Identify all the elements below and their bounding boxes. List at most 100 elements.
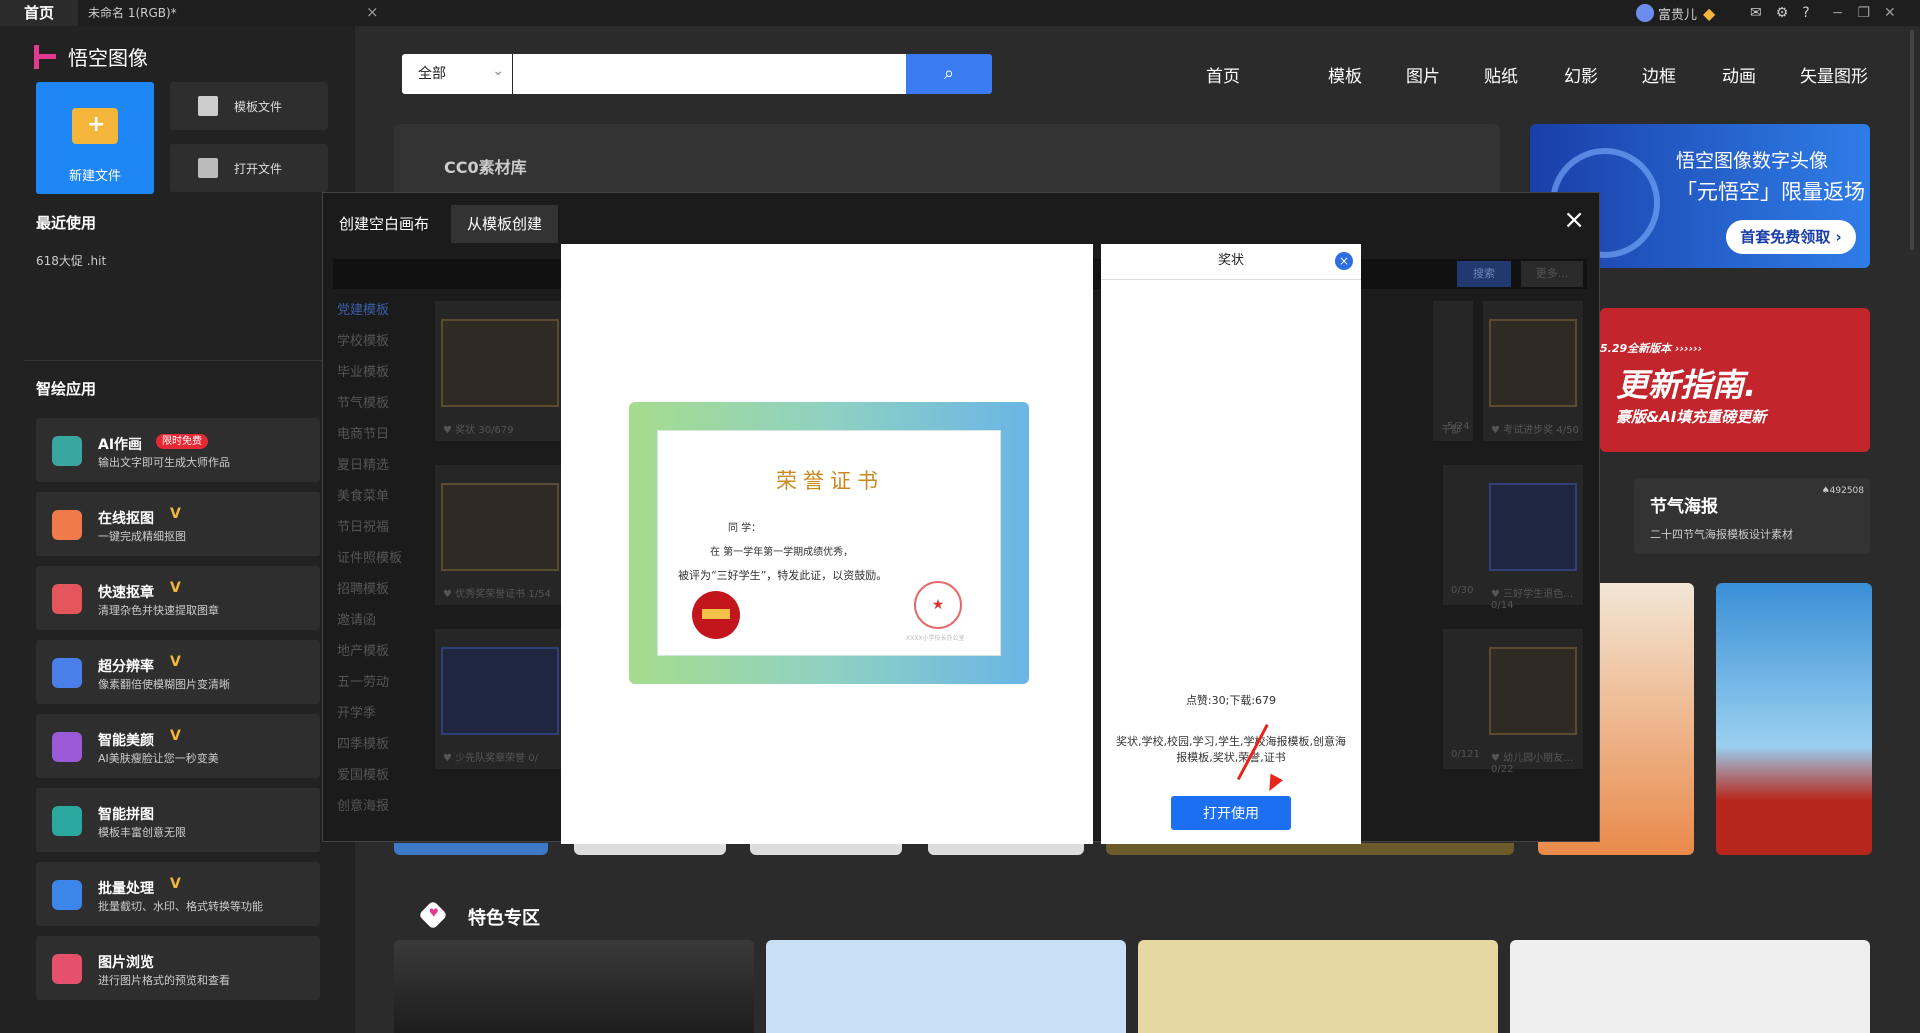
search-button[interactable]: ⌕ bbox=[906, 54, 992, 94]
close-window-icon[interactable]: ✕ bbox=[1884, 5, 1896, 21]
template-card[interactable]: ♥ 幼儿园小朋友… 0/22 bbox=[1483, 629, 1583, 775]
upload-file-icon bbox=[198, 96, 218, 116]
app-title: AI作画 bbox=[98, 437, 143, 453]
tab-blank-canvas[interactable]: 创建空白画布 bbox=[323, 205, 445, 243]
dialog-close-icon[interactable]: × bbox=[1563, 207, 1585, 233]
minimize-icon[interactable]: − bbox=[1832, 5, 1844, 21]
template-thumbnail bbox=[1489, 647, 1577, 735]
jieqi-poster-card[interactable]: 节气海报 ♠492508 二十四节气海报模板设计素材 bbox=[1634, 478, 1870, 554]
help-icon[interactable]: ? bbox=[1802, 5, 1809, 21]
template-card-label: ♥ 三好学生退色… 0/14 bbox=[1491, 589, 1574, 611]
info-stats: 点赞:30;下载:679 bbox=[1185, 694, 1277, 707]
template-card[interactable]: ♥ 三好学生退色… 0/14 bbox=[1483, 465, 1583, 611]
avatar[interactable] bbox=[1636, 4, 1654, 22]
category-item[interactable]: 美食菜单 bbox=[337, 485, 389, 504]
nav-phantom[interactable]: 幻影 bbox=[1564, 62, 1598, 87]
app-subtitle: 进行图片格式的预览和查看 bbox=[98, 974, 230, 987]
user-profile[interactable]: 富贵儿 ◆ bbox=[1636, 2, 1715, 24]
promo-version-tag: 5.29全新版本 ›››››› bbox=[1600, 342, 1703, 355]
template-thumbnail bbox=[441, 483, 559, 571]
template-more-button[interactable]: 更多... bbox=[1521, 261, 1583, 287]
tab-from-template[interactable]: 从模板创建 bbox=[451, 205, 559, 243]
scrollbar-thumb[interactable] bbox=[1910, 30, 1914, 250]
poster-autumn-2[interactable] bbox=[1716, 583, 1872, 855]
category-item[interactable]: 邀请函 bbox=[337, 609, 376, 628]
thumb-strip bbox=[1106, 843, 1514, 855]
app-title: 智能美颜 bbox=[98, 733, 154, 749]
search-input[interactable] bbox=[513, 54, 906, 94]
category-item[interactable]: 学校模板 bbox=[337, 330, 389, 349]
open-file-button[interactable]: 打开文件 bbox=[170, 144, 328, 192]
template-card[interactable]: ♥ 奖状 30/679 bbox=[435, 301, 565, 441]
thumb-strip bbox=[394, 843, 548, 855]
info-close-icon[interactable]: × bbox=[1335, 252, 1353, 270]
category-item[interactable]: 招聘模板 bbox=[337, 578, 389, 597]
template-file-button[interactable]: 模板文件 bbox=[170, 82, 328, 130]
template-thumbnail bbox=[441, 319, 559, 407]
featured-card-poster[interactable] bbox=[1138, 940, 1498, 1033]
nav-vector[interactable]: 矢量图形 bbox=[1800, 62, 1868, 87]
search-category-select[interactable]: 全部 bbox=[402, 51, 512, 94]
promo-update-banner[interactable]: 5.29全新版本 ›››››› 更新指南. 豪版&AI填充重磅更新 bbox=[1600, 308, 1870, 452]
new-file-button[interactable]: 新建文件 bbox=[36, 82, 154, 194]
template-card-label: 0/121 bbox=[1451, 749, 1480, 760]
app-batch[interactable]: 批量处理 V 批量截切、水印、格式转换等功能 bbox=[36, 862, 320, 926]
category-item[interactable]: 毕业模板 bbox=[337, 361, 389, 380]
app-collage[interactable]: 智能拼图 模板丰富创意无限 bbox=[36, 788, 320, 852]
nav-border[interactable]: 边框 bbox=[1642, 62, 1676, 87]
recent-title: 最近使用 bbox=[36, 214, 97, 232]
open-use-button[interactable]: 打开使用 bbox=[1171, 796, 1291, 830]
new-file-label: 新建文件 bbox=[68, 169, 121, 184]
featured-card-drinks[interactable] bbox=[1510, 940, 1870, 1033]
nav-home[interactable]: 首页 bbox=[1206, 62, 1240, 87]
certificate-line: 同 学： bbox=[728, 523, 762, 534]
recent-item[interactable]: 618大促 .hit bbox=[36, 252, 106, 269]
category-item[interactable]: 创意海报 bbox=[337, 795, 389, 814]
category-item[interactable]: 电商节日 bbox=[337, 423, 389, 442]
category-item[interactable]: 开学季 bbox=[337, 702, 376, 721]
category-item[interactable]: 节日祝福 bbox=[337, 516, 389, 535]
gear-icon[interactable]: ⚙ bbox=[1776, 5, 1789, 21]
cutout-icon bbox=[52, 510, 82, 540]
template-card[interactable]: ♥ 考试进步奖 4/50 bbox=[1483, 301, 1583, 441]
jieqi-subtitle: 二十四节气海报模板设计素材 bbox=[1650, 528, 1793, 541]
category-item[interactable]: 五一劳动 bbox=[337, 671, 389, 690]
template-card[interactable]: 0/30 bbox=[1443, 465, 1483, 605]
featured-card-rain[interactable] bbox=[394, 940, 754, 1033]
category-item[interactable]: 证件照模板 bbox=[337, 547, 402, 566]
template-card-label: ♥ 少先队奖章荣誉 0/ bbox=[443, 753, 539, 764]
template-card[interactable]: 0/121 bbox=[1443, 629, 1483, 769]
mail-icon[interactable]: ✉ bbox=[1750, 5, 1762, 21]
app-cutout[interactable]: 在线抠图 V 一键完成精细抠图 bbox=[36, 492, 320, 556]
app-stamp-extract[interactable]: 快速抠章 V 清理杂色并快速提取图章 bbox=[36, 566, 320, 630]
nav-animation[interactable]: 动画 bbox=[1722, 62, 1756, 87]
promo-line1: 悟空图像数字头像 bbox=[1676, 150, 1829, 172]
template-card[interactable]: ♥ 优秀奖荣誉证书 1/54 bbox=[435, 465, 565, 605]
category-item[interactable]: 地产模板 bbox=[337, 640, 389, 659]
folder-open-icon bbox=[198, 158, 218, 178]
promo-claim-button[interactable]: 首套免费领取 › bbox=[1726, 220, 1856, 254]
app-beauty[interactable]: 智能美颜 V AI美肤瘦脸让您一秒变美 bbox=[36, 714, 320, 778]
maximize-icon[interactable]: ❐ bbox=[1857, 5, 1870, 21]
category-item[interactable]: 节气模板 bbox=[337, 392, 389, 411]
category-item[interactable]: 爱国模板 bbox=[337, 764, 389, 783]
category-item[interactable]: 夏日精选 bbox=[337, 454, 389, 473]
tab-document[interactable]: 未命名 1(RGB)* bbox=[88, 0, 177, 26]
vip-icon: V bbox=[170, 580, 181, 596]
app-ai-painting[interactable]: AI作画 限时免费 输出文字即可生成大师作品 bbox=[36, 418, 320, 482]
nav-template[interactable]: 模板 bbox=[1328, 62, 1362, 87]
thumb-strip bbox=[750, 843, 902, 855]
template-card[interactable]: ♥ 少先队奖章荣誉 0/ bbox=[435, 629, 565, 769]
featured-card-recruit[interactable] bbox=[766, 940, 1126, 1033]
app-super-resolution[interactable]: 超分辨率 V 像素翻倍使模糊图片变清晰 bbox=[36, 640, 320, 704]
nav-sticker[interactable]: 贴纸 bbox=[1484, 62, 1518, 87]
logo-icon bbox=[34, 44, 56, 69]
tab-close-icon[interactable]: × bbox=[366, 3, 379, 21]
app-image-browse[interactable]: 图片浏览 进行图片格式的预览和查看 bbox=[36, 936, 320, 1000]
category-item[interactable]: 四季模板 bbox=[337, 733, 389, 752]
vip-diamond-icon[interactable]: ◆ bbox=[1703, 4, 1715, 23]
category-item[interactable]: 党建模板 bbox=[337, 299, 389, 318]
template-search-button[interactable]: 搜索 bbox=[1457, 261, 1511, 287]
tab-home[interactable]: 首页 bbox=[0, 0, 78, 26]
nav-image[interactable]: 图片 bbox=[1406, 62, 1440, 87]
